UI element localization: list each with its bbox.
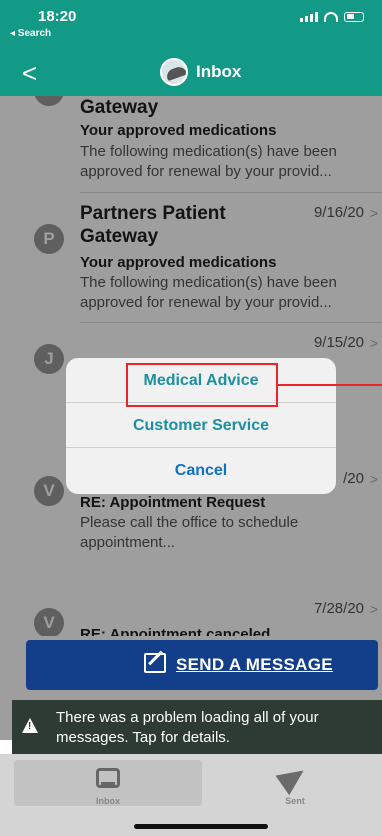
wifi-icon [324, 12, 338, 22]
tab-sent-label: Sent [285, 796, 305, 806]
status-time: 18:20 [38, 8, 77, 25]
page-title: Inbox [196, 62, 242, 81]
cancel-button[interactable]: Cancel [66, 448, 336, 493]
send-message-label: SEND A MESSAGE [176, 655, 333, 674]
account-avatar-icon [160, 58, 188, 86]
back-button[interactable]: < [22, 58, 37, 89]
home-indicator [134, 824, 268, 829]
error-banner-text: There was a problem loading all of your … [56, 709, 319, 746]
tab-sent[interactable]: Sent [210, 760, 380, 806]
annotation-highlight-box [126, 363, 278, 407]
compose-icon [144, 653, 166, 673]
tab-inbox[interactable]: Inbox [14, 760, 202, 806]
nav-title-group: Inbox [160, 58, 241, 86]
warning-icon [22, 718, 38, 733]
customer-service-option[interactable]: Customer Service [66, 403, 336, 448]
send-message-button[interactable]: SEND A MESSAGE [26, 640, 378, 690]
paper-plane-icon [275, 760, 311, 796]
battery-icon [344, 12, 364, 22]
inbox-tray-icon [96, 768, 120, 788]
error-banner[interactable]: There was a problem loading all of your … [12, 700, 382, 754]
signal-icon [300, 12, 318, 22]
back-to-search-link[interactable]: ◂ Search [10, 28, 51, 39]
status-bar: 18:20 ◂ Search [0, 0, 382, 50]
status-icons [300, 12, 364, 22]
nav-bar: < Inbox [0, 50, 382, 96]
tab-inbox-label: Inbox [96, 796, 120, 806]
annotation-pointer-line [278, 384, 382, 386]
